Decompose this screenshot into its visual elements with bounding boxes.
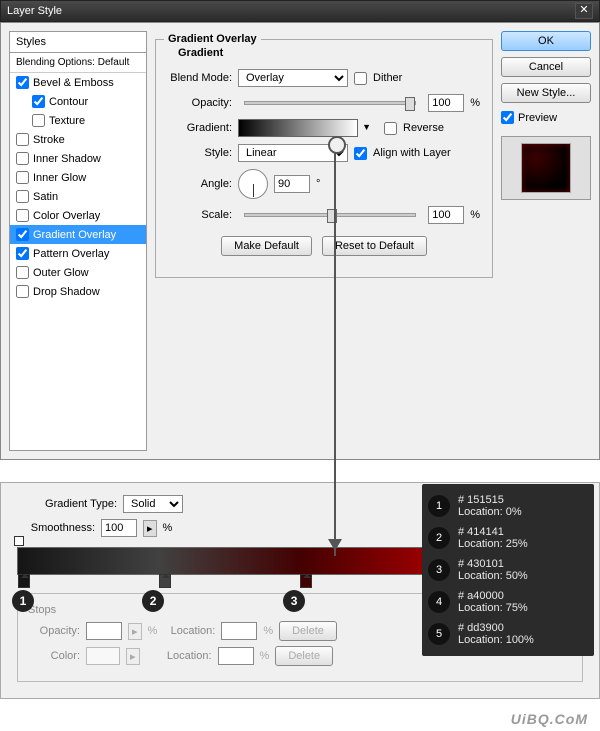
style-checkbox[interactable] bbox=[16, 76, 29, 89]
tooltip-badge: 1 bbox=[428, 495, 450, 517]
style-item-inner-glow[interactable]: Inner Glow bbox=[10, 168, 146, 187]
scale-input[interactable] bbox=[428, 206, 464, 224]
tooltip-row: 2# 414141Location: 25% bbox=[426, 522, 590, 554]
watermark: UiBQ.CoM bbox=[511, 711, 588, 727]
preview-label: Preview bbox=[518, 112, 557, 124]
panel-title: Gradient Overlay bbox=[164, 33, 261, 45]
tooltip-row: 4# a40000Location: 75% bbox=[426, 586, 590, 618]
new-style-button[interactable]: New Style... bbox=[501, 83, 591, 103]
opacity-label: Opacity: bbox=[168, 97, 232, 109]
tooltip-badge: 5 bbox=[428, 623, 450, 645]
settings-panel: Gradient Overlay Gradient Blend Mode: Ov… bbox=[155, 31, 493, 451]
align-checkbox[interactable] bbox=[354, 147, 367, 160]
preview-checkbox[interactable] bbox=[501, 111, 514, 124]
style-checkbox[interactable] bbox=[16, 285, 29, 298]
style-item-gradient-overlay[interactable]: Gradient Overlay bbox=[10, 225, 146, 244]
blend-mode-label: Blend Mode: bbox=[168, 72, 232, 84]
stop-location-input bbox=[221, 622, 257, 640]
badge-3: 3 bbox=[283, 590, 305, 612]
style-item-texture[interactable]: Texture bbox=[10, 111, 146, 130]
gradient-type-select[interactable]: Solid bbox=[123, 495, 183, 513]
chevron-right-icon: ▸ bbox=[128, 623, 142, 640]
stop-color-swatch bbox=[86, 647, 120, 665]
blend-mode-select[interactable]: Overlay bbox=[238, 69, 348, 87]
tooltip-badge: 4 bbox=[428, 591, 450, 613]
tooltip-row: 1# 151515Location: 0% bbox=[426, 490, 590, 522]
tooltip-row: 3# 430101Location: 50% bbox=[426, 554, 590, 586]
style-item-color-overlay[interactable]: Color Overlay bbox=[10, 206, 146, 225]
delete-color-stop-button: Delete bbox=[275, 646, 333, 666]
make-default-button[interactable]: Make Default bbox=[221, 236, 312, 256]
stop-opacity-input bbox=[86, 622, 122, 640]
chevron-right-icon: ▸ bbox=[126, 648, 140, 665]
gradient-label: Gradient: bbox=[168, 122, 232, 134]
chevron-right-icon[interactable]: ▸ bbox=[143, 520, 157, 537]
color-stops-tooltip: 1# 151515Location: 0%2# 414141Location: … bbox=[422, 484, 594, 656]
badge-1: 1 bbox=[12, 590, 34, 612]
reset-default-button[interactable]: Reset to Default bbox=[322, 236, 427, 256]
scale-label: Scale: bbox=[168, 209, 232, 221]
close-icon[interactable]: ✕ bbox=[575, 3, 593, 19]
angle-label: Angle: bbox=[168, 178, 232, 190]
styles-header[interactable]: Styles bbox=[10, 32, 146, 53]
preview-thumbnail bbox=[501, 136, 591, 200]
opacity-input[interactable] bbox=[428, 94, 464, 112]
gradient-preview[interactable] bbox=[238, 119, 358, 137]
style-checkbox[interactable] bbox=[16, 171, 29, 184]
style-checkbox[interactable] bbox=[16, 247, 29, 260]
dither-label: Dither bbox=[373, 72, 402, 84]
delete-opacity-stop-button: Delete bbox=[279, 621, 337, 641]
style-checkbox[interactable] bbox=[16, 266, 29, 279]
color-stop-1[interactable] bbox=[18, 574, 30, 588]
annotation-arrow bbox=[334, 138, 336, 556]
style-checkbox[interactable] bbox=[16, 190, 29, 203]
style-checkbox[interactable] bbox=[32, 95, 45, 108]
opacity-stop[interactable] bbox=[14, 536, 24, 546]
dialog-buttons: OK Cancel New Style... Preview bbox=[501, 31, 591, 451]
style-item-pattern-overlay[interactable]: Pattern Overlay bbox=[10, 244, 146, 263]
smoothness-input[interactable] bbox=[101, 519, 137, 537]
tooltip-badge: 2 bbox=[428, 527, 450, 549]
panel-subtitle: Gradient bbox=[174, 47, 227, 59]
reverse-checkbox[interactable] bbox=[384, 122, 397, 135]
titlebar: Layer Style ✕ bbox=[0, 0, 600, 22]
tooltip-row: 5# dd3900Location: 100% bbox=[426, 618, 590, 650]
tooltip-badge: 3 bbox=[428, 559, 450, 581]
stop-location-input bbox=[218, 647, 254, 665]
color-stop-2[interactable] bbox=[159, 574, 171, 588]
window-title: Layer Style bbox=[7, 0, 62, 22]
angle-input[interactable] bbox=[274, 175, 310, 193]
style-checkbox[interactable] bbox=[16, 209, 29, 222]
style-checkbox[interactable] bbox=[16, 152, 29, 165]
blending-options[interactable]: Blending Options: Default bbox=[10, 53, 146, 73]
color-stop-3[interactable] bbox=[300, 574, 312, 588]
smoothness-label: Smoothness: bbox=[17, 522, 95, 534]
style-item-outer-glow[interactable]: Outer Glow bbox=[10, 263, 146, 282]
style-item-stroke[interactable]: Stroke bbox=[10, 130, 146, 149]
style-item-inner-shadow[interactable]: Inner Shadow bbox=[10, 149, 146, 168]
style-item-drop-shadow[interactable]: Drop Shadow bbox=[10, 282, 146, 301]
ok-button[interactable]: OK bbox=[501, 31, 591, 51]
opacity-slider[interactable] bbox=[244, 101, 416, 105]
layer-style-dialog: Styles Blending Options: Default Bevel &… bbox=[0, 22, 600, 460]
style-item-satin[interactable]: Satin bbox=[10, 187, 146, 206]
style-checkbox[interactable] bbox=[32, 114, 45, 127]
style-label: Style: bbox=[168, 147, 232, 159]
angle-dial[interactable] bbox=[238, 169, 268, 199]
reverse-label: Reverse bbox=[403, 122, 444, 134]
gradient-type-label: Gradient Type: bbox=[17, 498, 117, 510]
styles-list: Styles Blending Options: Default Bevel &… bbox=[9, 31, 147, 451]
badge-2: 2 bbox=[142, 590, 164, 612]
cancel-button[interactable]: Cancel bbox=[501, 57, 591, 77]
style-checkbox[interactable] bbox=[16, 228, 29, 241]
style-checkbox[interactable] bbox=[16, 133, 29, 146]
dither-checkbox[interactable] bbox=[354, 72, 367, 85]
style-item-contour[interactable]: Contour bbox=[10, 92, 146, 111]
style-item-bevel-emboss[interactable]: Bevel & Emboss bbox=[10, 73, 146, 92]
align-label: Align with Layer bbox=[373, 147, 451, 159]
scale-slider[interactable] bbox=[244, 213, 416, 217]
